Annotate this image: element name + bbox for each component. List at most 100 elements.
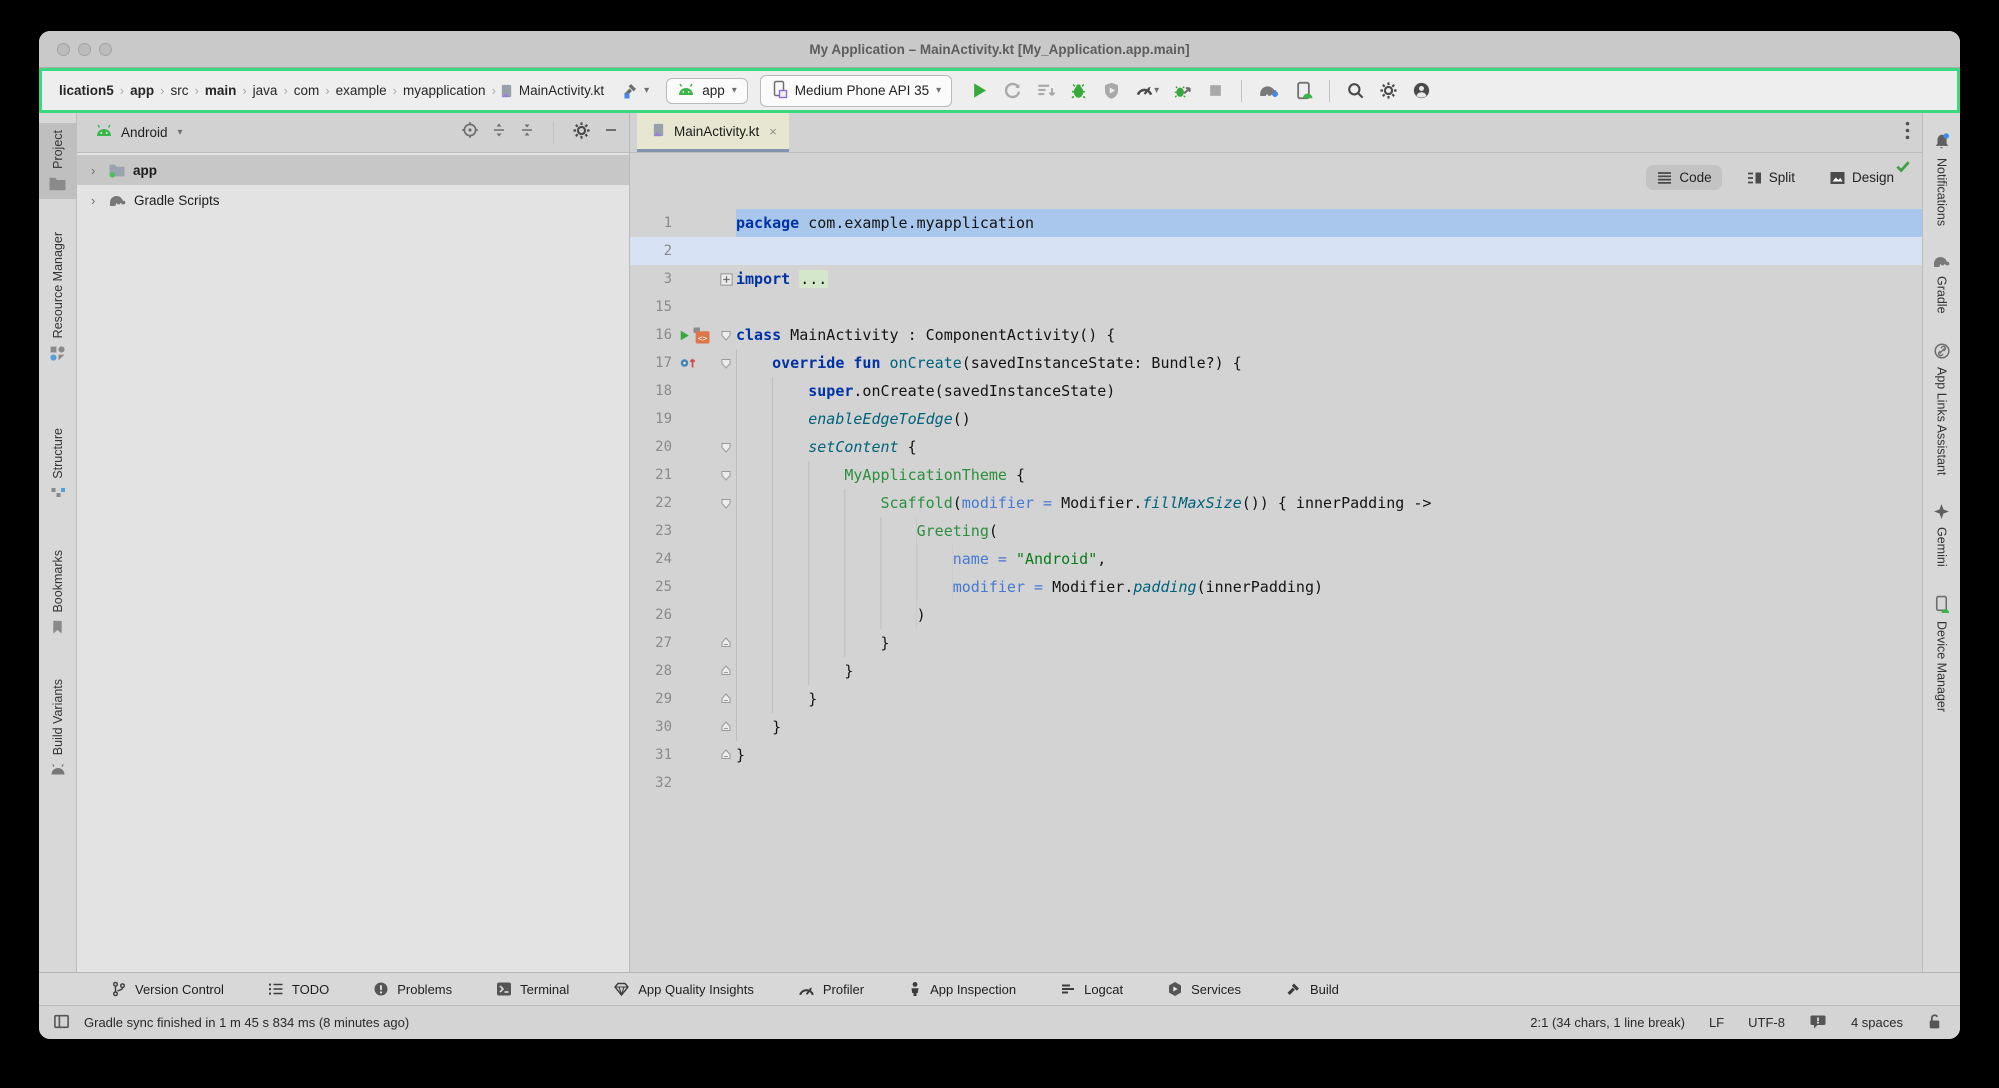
close-window-button[interactable]	[57, 43, 70, 56]
sidebar-item-project[interactable]: Project	[39, 123, 77, 199]
mode-design-button[interactable]: Design	[1819, 165, 1904, 190]
code-editor[interactable]: 1package com.example.myapplication23impo…	[630, 153, 1922, 972]
toolwindow-version-control[interactable]: Version Control	[111, 981, 224, 997]
code-line-24[interactable]: 24name = "Android",	[630, 545, 1922, 573]
code-line-28[interactable]: 28}	[630, 657, 1922, 685]
stop-button[interactable]	[1202, 78, 1229, 103]
notification-balloon-icon[interactable]	[1809, 1013, 1827, 1033]
fold-down-icon[interactable]	[719, 496, 733, 510]
project-view-select[interactable]: Android	[121, 125, 168, 140]
fold-down-icon[interactable]	[719, 468, 733, 482]
code-line-30[interactable]: 30}	[630, 713, 1922, 741]
breadcrumb-item-myapplication[interactable]: myapplication	[400, 83, 489, 98]
zoom-window-button[interactable]	[99, 43, 112, 56]
settings-button[interactable]	[1375, 78, 1402, 103]
mode-code-button[interactable]: Code	[1646, 165, 1721, 190]
sidebar-item-device-manager[interactable]: Device Manager	[1923, 588, 1961, 719]
profiler-button[interactable]: ▾	[1131, 78, 1163, 103]
override-method-icon[interactable]	[678, 355, 698, 371]
apply-code-changes-button[interactable]	[1032, 78, 1059, 103]
fold-up-icon[interactable]	[719, 664, 733, 678]
breadcrumb-item-com[interactable]: com	[291, 83, 323, 98]
code-line-25[interactable]: 25modifier = Modifier.padding(innerPaddi…	[630, 573, 1922, 601]
run-button[interactable]	[966, 78, 993, 103]
locate-file-button[interactable]	[461, 121, 479, 144]
breadcrumb-item-lication5[interactable]: lication5	[56, 83, 117, 98]
code-line-1[interactable]: 1package com.example.myapplication	[630, 209, 1922, 237]
toolwindow-profiler[interactable]: Profiler	[798, 982, 864, 997]
hide-panel-button[interactable]	[603, 122, 619, 143]
fold-plus-icon[interactable]	[720, 273, 733, 286]
toolwindow-app-quality-insights[interactable]: App Quality Insights	[613, 981, 754, 997]
gradle-sync-button[interactable]	[1254, 78, 1284, 103]
sidebar-item-gradle[interactable]: Gradle	[1923, 247, 1961, 321]
caret-position[interactable]: 2:1 (34 chars, 1 line break)	[1530, 1015, 1685, 1030]
code-line-20[interactable]: 20setContent {	[630, 433, 1922, 461]
device-manager-button[interactable]	[1290, 78, 1317, 103]
expand-all-button[interactable]	[491, 121, 507, 144]
chevron-right-icon[interactable]: ›	[91, 193, 101, 208]
toolwindow-terminal[interactable]: Terminal	[496, 981, 569, 997]
close-icon[interactable]: ×	[769, 124, 777, 139]
collapse-all-button[interactable]	[519, 121, 535, 144]
toolwindow-problems[interactable]: Problems	[373, 981, 452, 997]
attach-debugger-button[interactable]	[1169, 78, 1196, 103]
debug-button[interactable]	[1065, 78, 1092, 103]
tree-item-gradle-scripts[interactable]: ›Gradle Scripts	[77, 185, 629, 215]
search-button[interactable]	[1342, 78, 1369, 103]
breadcrumb-item-src[interactable]: src	[167, 83, 191, 98]
fold-up-icon[interactable]	[719, 636, 733, 650]
fold-up-icon[interactable]	[719, 692, 733, 706]
run-line-icon[interactable]	[678, 329, 691, 342]
tree-item-app[interactable]: ›app	[77, 155, 629, 185]
toolwindow-todo[interactable]: TODO	[268, 981, 329, 997]
code-line-19[interactable]: 19enableEdgeToEdge()	[630, 405, 1922, 433]
chevron-right-icon[interactable]: ›	[91, 163, 101, 178]
code-line-31[interactable]: 31}	[630, 741, 1922, 769]
breadcrumb-item-main[interactable]: main	[202, 83, 240, 98]
code-line-21[interactable]: 21MyApplicationTheme {	[630, 461, 1922, 489]
compose-preview-icon[interactable]: <>	[693, 327, 710, 344]
apply-changes-button[interactable]	[999, 78, 1026, 103]
file-encoding[interactable]: UTF-8	[1748, 1015, 1785, 1030]
code-line-18[interactable]: 18super.onCreate(savedInstanceState)	[630, 377, 1922, 405]
sidebar-item-build-variants[interactable]: Build Variants	[39, 672, 77, 781]
sidebar-item-resource-manager[interactable]: Resource Manager	[39, 225, 77, 369]
fold-down-icon[interactable]	[719, 328, 733, 342]
run-coverage-button[interactable]	[1098, 78, 1125, 103]
more-options-icon[interactable]	[1905, 121, 1910, 145]
window-layout-icon[interactable]	[53, 1013, 70, 1033]
fold-up-icon[interactable]	[719, 748, 733, 762]
code-line-16[interactable]: 16<>class MainActivity : ComponentActivi…	[630, 321, 1922, 349]
code-line-3[interactable]: 3import ...	[630, 265, 1922, 293]
fold-up-icon[interactable]	[719, 720, 733, 734]
minimize-window-button[interactable]	[78, 43, 91, 56]
breadcrumb-item-app[interactable]: app	[127, 83, 157, 98]
account-button[interactable]	[1408, 78, 1435, 103]
sidebar-item-structure[interactable]: Structure	[39, 421, 77, 509]
run-config-select[interactable]: app ▾	[666, 78, 748, 104]
breadcrumb-item-mainactivity-kt[interactable]: MainActivity.kt	[516, 83, 607, 98]
fold-down-icon[interactable]	[719, 440, 733, 454]
toolwindow-logcat[interactable]: Logcat	[1060, 981, 1123, 997]
code-line-29[interactable]: 29}	[630, 685, 1922, 713]
indent-setting[interactable]: 4 spaces	[1851, 1015, 1903, 1030]
code-line-15[interactable]: 15	[630, 293, 1922, 321]
toolwindow-services[interactable]: Services	[1167, 981, 1241, 997]
code-line-23[interactable]: 23Greeting(	[630, 517, 1922, 545]
build-tool-button[interactable]: ▾	[615, 78, 654, 104]
code-line-22[interactable]: 22Scaffold(modifier = Modifier.fillMaxSi…	[630, 489, 1922, 517]
breadcrumb-item-example[interactable]: example	[333, 83, 390, 98]
code-line-27[interactable]: 27}	[630, 629, 1922, 657]
breadcrumb-item-java[interactable]: java	[250, 83, 281, 98]
sidebar-item-notifications[interactable]: Notifications	[1923, 125, 1961, 233]
fold-down-icon[interactable]	[719, 356, 733, 370]
toolwindow-build[interactable]: Build	[1285, 981, 1339, 997]
code-line-17[interactable]: 17override fun onCreate(savedInstanceSta…	[630, 349, 1922, 377]
sidebar-item-gemini[interactable]: Gemini	[1923, 496, 1961, 574]
mode-split-button[interactable]: Split	[1736, 165, 1805, 190]
code-line-26[interactable]: 26)	[630, 601, 1922, 629]
unlock-icon[interactable]	[1927, 1013, 1942, 1033]
device-select[interactable]: Medium Phone API 35 ▾	[760, 75, 952, 107]
code-line-2[interactable]: 2	[630, 237, 1922, 265]
